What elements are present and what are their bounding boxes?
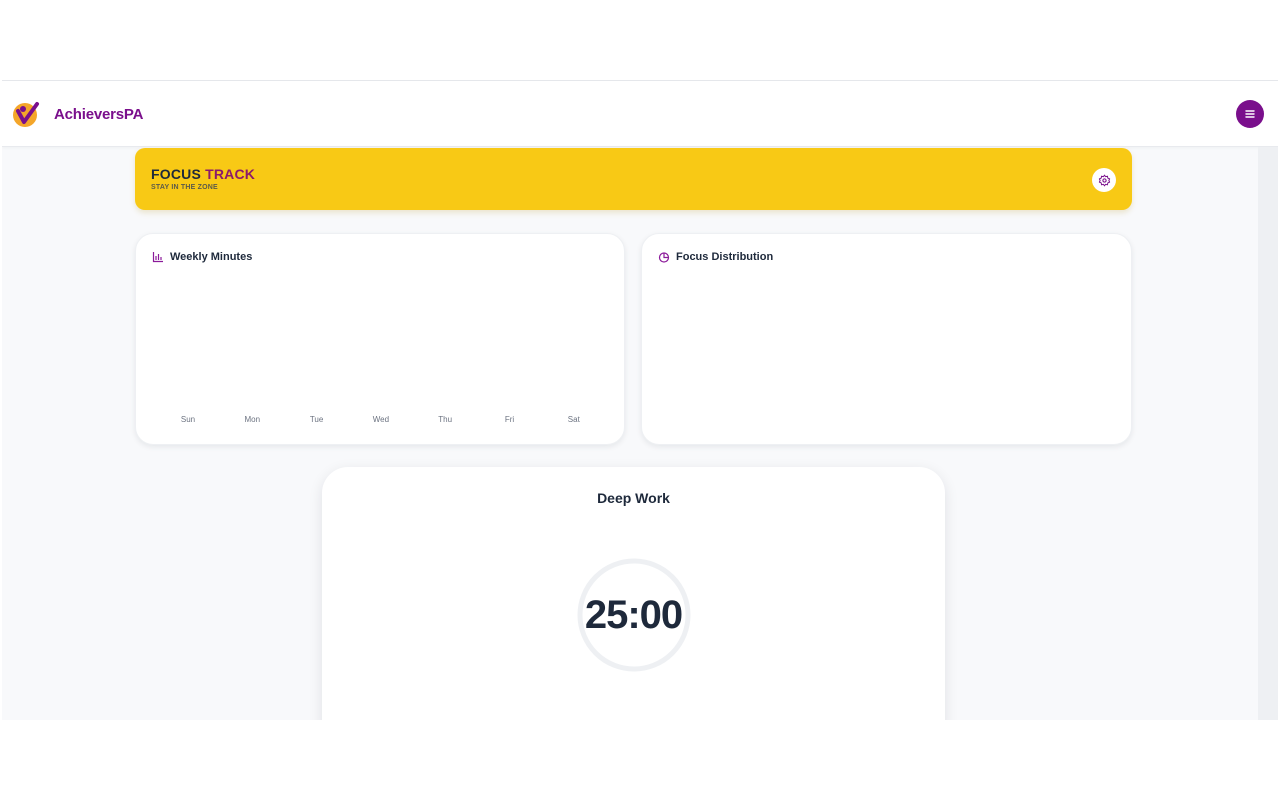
weekly-day-label-fri: Fri <box>504 415 515 424</box>
weekly-day-label-wed: Wed <box>372 415 390 424</box>
bar-chart-icon <box>152 252 163 263</box>
banner-subtitle: STAY IN THE ZONE <box>151 184 218 191</box>
timer-card: Deep Work 25:00 <box>322 467 945 720</box>
weekly-day-label-sat: Sat <box>567 415 580 424</box>
settings-button[interactable] <box>1092 168 1116 192</box>
main-content: FOCUS TRACK STAY IN THE ZONE Weekly Minu… <box>2 147 1258 720</box>
banner-title-accent: TRACK <box>205 166 256 182</box>
pie-chart-icon <box>658 252 670 263</box>
top-navbar: AchieversPA <box>2 81 1278 147</box>
banner-title: FOCUS TRACK <box>151 166 255 182</box>
weekly-minutes-title: Weekly Minutes <box>170 251 253 263</box>
vertical-scrollbar[interactable] <box>1258 147 1278 720</box>
focus-track-banner: FOCUS TRACK STAY IN THE ZONE <box>135 148 1132 210</box>
focus-distribution-card: Focus Distribution <box>641 233 1132 445</box>
timer-mode-title: Deep Work <box>597 490 670 506</box>
weekly-day-labels: Sun Mon Tue Wed Thu Fri Sat <box>156 415 606 427</box>
weekly-minutes-card: Weekly Minutes Sun Mon Tue Wed Thu Fri Sat <box>135 233 625 445</box>
menu-button[interactable] <box>1236 100 1264 128</box>
weekly-minutes-header: Weekly Minutes <box>152 251 252 263</box>
focus-distribution-title: Focus Distribution <box>676 251 774 263</box>
weekly-day-label-thu: Thu <box>438 415 453 424</box>
achievers-logo-icon[interactable] <box>11 99 41 129</box>
weekly-day-label-sun: Sun <box>180 415 196 424</box>
focus-distribution-header: Focus Distribution <box>658 251 773 263</box>
timer-countdown: 25:00 <box>584 593 683 637</box>
banner-title-main: FOCUS <box>151 166 201 182</box>
weekly-day-label-mon: Mon <box>244 415 261 424</box>
gear-icon <box>1098 174 1110 186</box>
app-viewport: AchieversPA FOCUS TRACK STAY IN THE ZONE <box>2 80 1278 720</box>
hamburger-icon <box>1245 110 1255 118</box>
weekly-day-label-tue: Tue <box>309 415 324 424</box>
brand-name[interactable]: AchieversPA <box>54 106 143 123</box>
